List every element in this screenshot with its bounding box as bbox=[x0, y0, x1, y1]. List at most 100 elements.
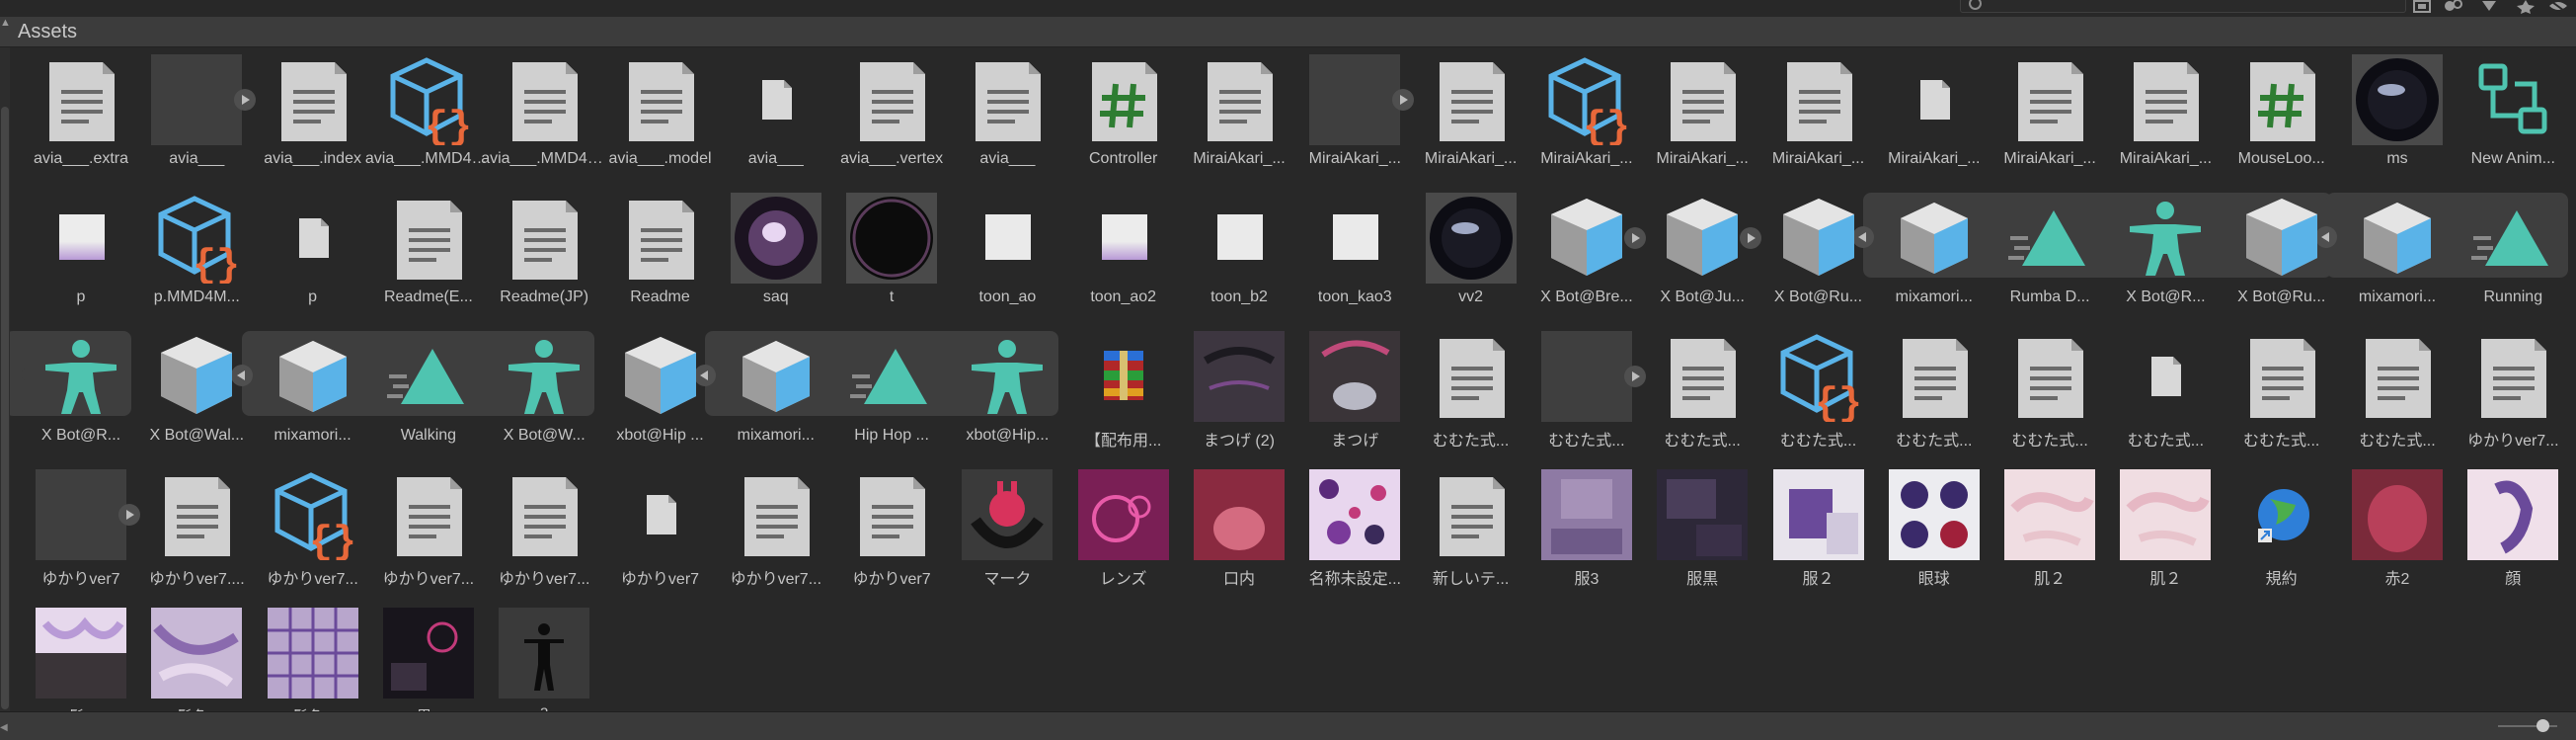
asset-item[interactable]: マーク bbox=[936, 466, 1054, 600]
asset-item[interactable]: X Bot@Ru... bbox=[2211, 190, 2326, 323]
asset-item[interactable]: toon_b2 bbox=[1168, 190, 1284, 323]
label-icon[interactable] bbox=[2441, 0, 2466, 14]
asset-item[interactable]: 【配布用... bbox=[1053, 328, 1168, 461]
asset-item[interactable]: むむた式... bbox=[1631, 328, 1747, 461]
asset-item[interactable]: 名称未設定... bbox=[1284, 466, 1401, 600]
asset-item[interactable]: X Bot@R... bbox=[10, 328, 125, 461]
asset-item[interactable]: むむた式... bbox=[1979, 328, 2094, 461]
asset-item[interactable]: Walking bbox=[357, 328, 473, 461]
asset-item[interactable]: 黒2 bbox=[357, 605, 474, 711]
asset-item[interactable]: ゆかりver7... bbox=[473, 466, 589, 600]
asset-item[interactable]: mixamori... bbox=[2326, 190, 2442, 323]
asset-item[interactable]: MiraiAkari_... bbox=[1748, 51, 1864, 185]
asset-item[interactable]: Controller bbox=[1053, 51, 1168, 185]
hidden-icon[interactable] bbox=[2545, 0, 2571, 14]
asset-item[interactable]: 赤2 bbox=[2326, 466, 2443, 600]
asset-item[interactable]: ゆかりver7 bbox=[10, 466, 140, 600]
asset-item[interactable]: むむた式... bbox=[1863, 328, 1979, 461]
asset-item[interactable]: avia___.MMD4Mecanim bbox=[473, 51, 607, 185]
asset-item[interactable]: Readme(E... bbox=[357, 190, 473, 323]
asset-item[interactable]: 顔 bbox=[2442, 466, 2559, 600]
asset-item[interactable]: ゆかりver7... bbox=[2442, 328, 2559, 461]
asset-item[interactable]: {} p.MMD4M... bbox=[125, 190, 241, 323]
scrollbar-thumb[interactable] bbox=[1, 107, 9, 709]
asset-item[interactable]: まつげ bbox=[1284, 328, 1401, 461]
asset-item[interactable]: 服3 bbox=[1516, 466, 1632, 600]
asset-item[interactable]: X Bot@Bre... bbox=[1516, 190, 1646, 323]
asset-item[interactable]: 髮色2 bbox=[125, 605, 243, 711]
asset-item[interactable]: ゆかりver7... bbox=[705, 466, 821, 600]
asset-item[interactable]: むむた式... bbox=[1516, 328, 1646, 461]
asset-item[interactable]: 眼球 bbox=[1863, 466, 1980, 600]
asset-item[interactable]: a bbox=[473, 605, 590, 711]
asset-item[interactable]: mixamori... bbox=[705, 328, 820, 461]
asset-item[interactable]: MiraiAkari_... bbox=[1168, 51, 1286, 185]
asset-item[interactable]: p bbox=[10, 190, 125, 323]
asset-item[interactable]: Hip Hop ... bbox=[820, 328, 936, 461]
asset-item[interactable]: {}avia___.MMD4Mecanim bbox=[357, 51, 492, 185]
asset-item[interactable]: avia___.model bbox=[589, 51, 712, 185]
asset-item[interactable]: X Bot@Wal... bbox=[125, 328, 244, 461]
asset-item[interactable]: Rumba D... bbox=[1979, 190, 2094, 323]
asset-item[interactable]: X Bot@R... bbox=[2094, 190, 2210, 323]
asset-item[interactable]: p bbox=[242, 190, 357, 323]
asset-item[interactable]: t bbox=[820, 190, 938, 323]
asset-item[interactable]: 服黒 bbox=[1631, 466, 1749, 600]
asset-item[interactable]: avia___ bbox=[125, 51, 257, 185]
asset-item[interactable]: Readme(JP) bbox=[473, 190, 588, 323]
asset-item[interactable]: むむた式... bbox=[1400, 328, 1516, 461]
asset-item[interactable]: 肌２ bbox=[2094, 466, 2212, 600]
asset-item[interactable]: xbot@Hip... bbox=[936, 328, 1052, 461]
asset-item[interactable]: avia___.extra bbox=[10, 51, 128, 185]
asset-item[interactable]: レンズ bbox=[1053, 466, 1169, 600]
asset-item[interactable]: X Bot@W... bbox=[473, 328, 588, 461]
asset-item[interactable]: mixamori... bbox=[242, 328, 357, 461]
asset-item[interactable]: {} ゆかりver7... bbox=[242, 466, 358, 600]
asset-item[interactable]: ms bbox=[2326, 51, 2443, 185]
asset-item[interactable]: ゆかりver7.... bbox=[125, 466, 245, 600]
asset-item[interactable]: むむた式... bbox=[2094, 328, 2210, 461]
asset-item[interactable]: {} むむた式... bbox=[1748, 328, 1863, 461]
asset-item[interactable]: mixamori... bbox=[1863, 190, 1979, 323]
asset-item[interactable]: MiraiAkari_... bbox=[2094, 51, 2212, 185]
scroll-down-icon[interactable]: ◀ bbox=[0, 722, 8, 733]
filter-icon[interactable] bbox=[2476, 0, 2502, 14]
asset-item[interactable]: 肌２ bbox=[1979, 466, 2096, 600]
vertical-scrollbar[interactable] bbox=[0, 47, 10, 711]
scroll-up-icon[interactable]: ▲ bbox=[0, 17, 11, 29]
asset-item[interactable]: MiraiAkari_... bbox=[1400, 51, 1517, 185]
asset-item[interactable]: toon_ao bbox=[936, 190, 1052, 323]
asset-item[interactable]: MiraiAkari_... bbox=[1979, 51, 2096, 185]
search-input[interactable] bbox=[1960, 0, 2406, 13]
asset-item[interactable]: {} MiraiAkari_... bbox=[1516, 51, 1633, 185]
asset-item[interactable]: avia___.vertex bbox=[820, 51, 943, 185]
asset-item[interactable]: xbot@Hip ... bbox=[589, 328, 705, 461]
asset-item[interactable]: 髮色3 bbox=[242, 605, 358, 711]
asset-item[interactable]: 新しいテ... bbox=[1400, 466, 1516, 600]
asset-item[interactable]: 髪2 bbox=[10, 605, 126, 711]
asset-item[interactable]: vv2 bbox=[1400, 190, 1517, 323]
asset-item[interactable]: MouseLoo... bbox=[2211, 51, 2326, 185]
asset-item[interactable]: Running bbox=[2442, 190, 2557, 323]
asset-item[interactable]: むむた式... bbox=[2326, 328, 2442, 461]
asset-item[interactable]: toon_ao2 bbox=[1053, 190, 1168, 323]
zoom-slider-handle[interactable] bbox=[2537, 719, 2549, 732]
asset-item[interactable]: ゆかりver7... bbox=[357, 466, 474, 600]
asset-item[interactable]: むむた式... bbox=[2211, 328, 2326, 461]
asset-item[interactable]: X Bot@Ru... bbox=[1748, 190, 1863, 323]
asset-item[interactable]: avia___.index bbox=[242, 51, 361, 185]
asset-item[interactable]: toon_kao3 bbox=[1284, 190, 1399, 323]
asset-item[interactable]: 服２ bbox=[1748, 466, 1864, 600]
asset-item[interactable]: X Bot@Ju... bbox=[1631, 190, 1762, 323]
star-icon[interactable] bbox=[2513, 0, 2538, 14]
asset-item[interactable]: MiraiAkari_... bbox=[1284, 51, 1415, 185]
asset-item[interactable]: 口内 bbox=[1168, 466, 1285, 600]
asset-item[interactable]: まつげ (2) bbox=[1168, 328, 1285, 461]
asset-item[interactable]: New Anim... bbox=[2442, 51, 2557, 185]
asset-item[interactable]: Readme bbox=[589, 190, 705, 323]
asset-item[interactable]: MiraiAkari_... bbox=[1863, 51, 1980, 185]
asset-item[interactable]: ゆかりver7 bbox=[589, 466, 705, 600]
create-icon[interactable] bbox=[2409, 0, 2435, 14]
asset-item[interactable]: ゆかりver7 bbox=[820, 466, 936, 600]
asset-item[interactable]: MiraiAkari_... bbox=[1631, 51, 1749, 185]
